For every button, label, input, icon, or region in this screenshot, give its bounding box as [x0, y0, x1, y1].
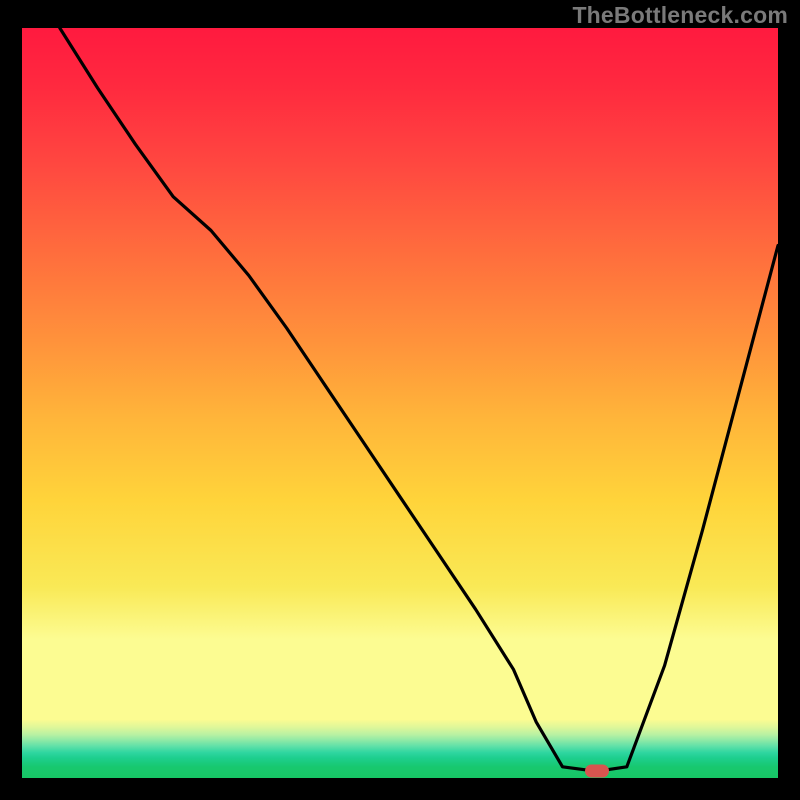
curve-svg [22, 28, 778, 778]
watermark-text: TheBottleneck.com [572, 2, 788, 29]
plot-area [22, 28, 778, 778]
bottleneck-curve [60, 28, 778, 771]
chart-container: TheBottleneck.com [0, 0, 800, 800]
optimal-marker [585, 765, 609, 778]
